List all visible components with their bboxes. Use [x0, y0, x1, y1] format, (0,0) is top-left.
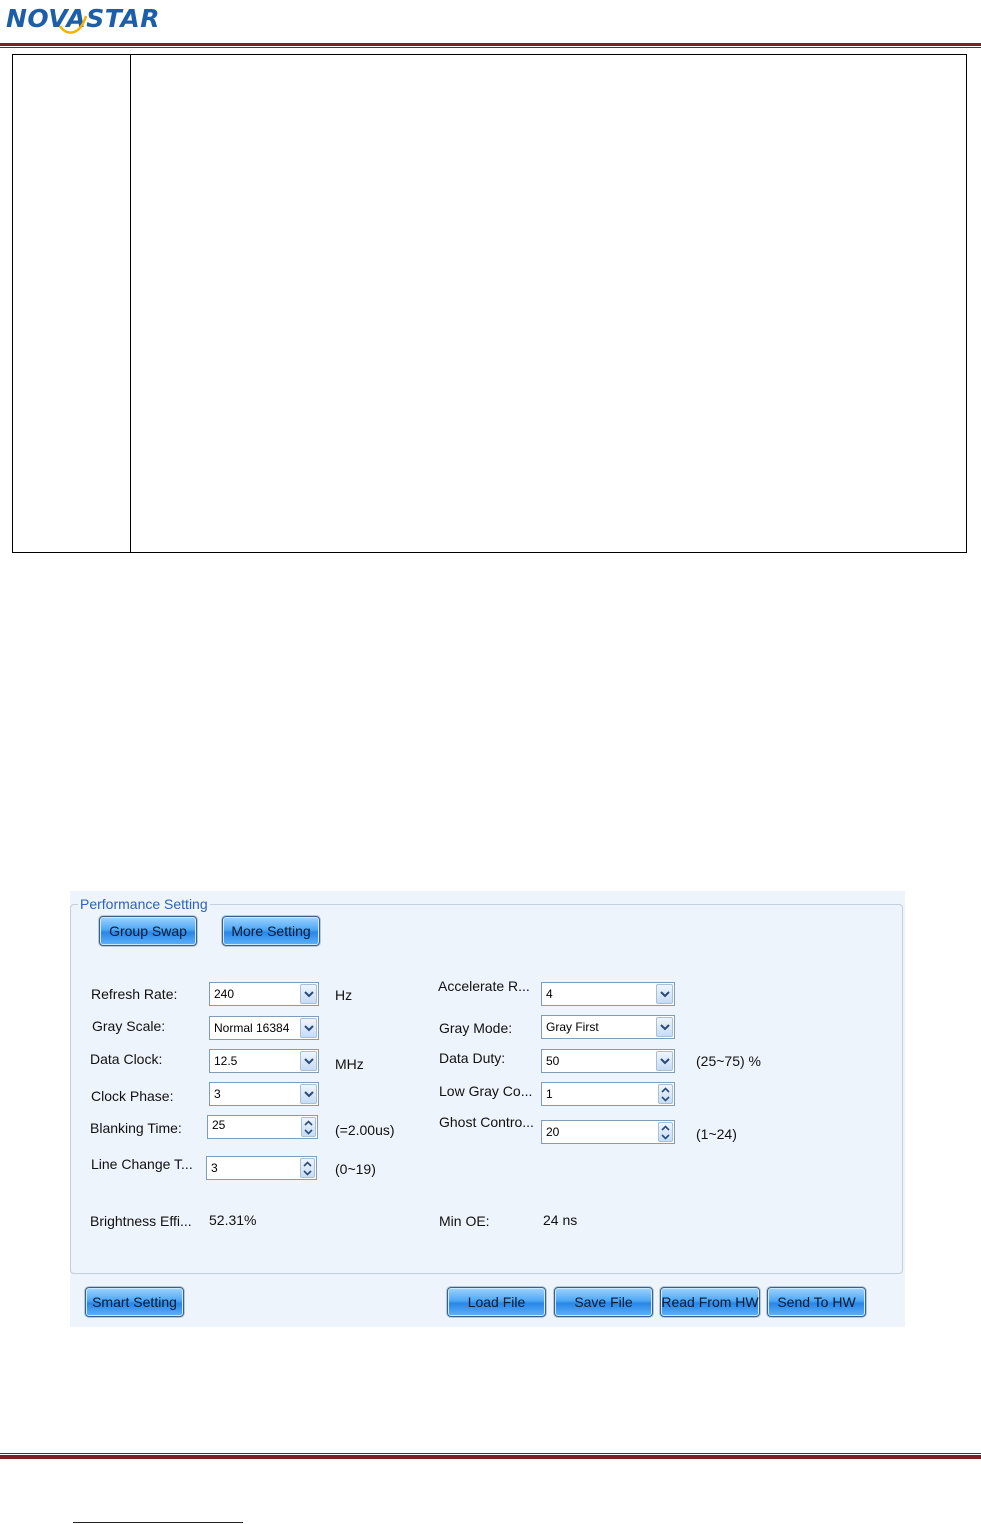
group-swap-button[interactable]: Group Swap	[99, 916, 197, 946]
low-gray-compensation-label: Low Gray Co...	[439, 1083, 533, 1099]
brightness-efficiency-value: 52.31%	[209, 1212, 257, 1228]
accelerate-rate-label: Accelerate R...	[438, 978, 530, 994]
document-table	[12, 54, 967, 553]
more-setting-button[interactable]: More Setting	[222, 916, 320, 946]
accelerate-rate-select[interactable]: 4	[541, 982, 675, 1006]
refresh-rate-unit: Hz	[335, 987, 353, 1003]
send-to-hw-button[interactable]: Send To HW	[767, 1287, 866, 1317]
chevron-down-icon[interactable]	[300, 984, 317, 1004]
ghost-control-label: Ghost Contro...	[439, 1114, 534, 1130]
chevron-down-icon[interactable]	[656, 1051, 673, 1071]
clock-phase-select[interactable]: 3	[209, 1082, 319, 1106]
data-duty-note: (25~75) %	[696, 1053, 761, 1069]
clock-phase-label: Clock Phase:	[91, 1088, 174, 1104]
data-clock-select[interactable]: 12.5	[209, 1049, 319, 1073]
chevron-down-icon[interactable]	[300, 1051, 317, 1071]
line-change-label: Line Change T...	[91, 1156, 193, 1172]
blanking-time-label: Blanking Time:	[90, 1120, 182, 1136]
gray-scale-select[interactable]: Normal 16384	[209, 1016, 319, 1040]
ghost-control-note: (1~24)	[696, 1126, 737, 1142]
gray-mode-select[interactable]: Gray First	[541, 1015, 675, 1039]
gray-scale-label: Gray Scale:	[92, 1018, 166, 1034]
min-oe-label: Min OE:	[439, 1213, 490, 1229]
data-duty-select[interactable]: 50	[541, 1049, 675, 1073]
spinner-arrows-icon[interactable]	[658, 1122, 673, 1142]
low-gray-compensation-spinner[interactable]: 1	[541, 1082, 675, 1106]
spinner-arrows-icon[interactable]	[658, 1084, 673, 1104]
load-file-button[interactable]: Load File	[447, 1287, 546, 1317]
table-column-divider	[130, 55, 131, 552]
data-clock-label: Data Clock:	[90, 1051, 163, 1067]
chevron-down-icon[interactable]	[656, 1017, 673, 1037]
min-oe-value: 24 ns	[543, 1212, 578, 1228]
chevron-down-icon[interactable]	[300, 1018, 317, 1038]
novastar-logo: NOVASTAR	[6, 2, 160, 36]
spinner-arrows-icon[interactable]	[301, 1117, 316, 1137]
blanking-time-spinner[interactable]: 25	[207, 1115, 318, 1139]
footer-rule	[0, 1455, 981, 1459]
logo-swoosh-icon	[58, 15, 88, 34]
line-change-note: (0~19)	[335, 1161, 376, 1177]
smart-setting-button[interactable]: Smart Setting	[85, 1287, 184, 1317]
read-from-hw-button[interactable]: Read From HW	[660, 1287, 760, 1317]
header-rule-thin	[0, 47, 981, 48]
save-file-button[interactable]: Save File	[554, 1287, 653, 1317]
chevron-down-icon[interactable]	[300, 1084, 317, 1104]
gray-mode-label: Gray Mode:	[439, 1020, 513, 1036]
header-rule	[0, 43, 981, 46]
chevron-down-icon[interactable]	[656, 984, 673, 1004]
blanking-time-note: (=2.00us)	[335, 1122, 395, 1138]
performance-setting-title: Performance Setting	[78, 895, 210, 913]
data-duty-label: Data Duty:	[439, 1050, 506, 1066]
brightness-efficiency-label: Brightness Effi...	[90, 1213, 192, 1229]
spinner-arrows-icon[interactable]	[300, 1158, 315, 1178]
refresh-rate-label: Refresh Rate:	[91, 986, 178, 1002]
footnote-separator	[73, 1522, 243, 1523]
ghost-control-spinner[interactable]: 20	[541, 1120, 675, 1144]
data-clock-unit: MHz	[335, 1056, 364, 1072]
performance-setting-panel: Performance Setting Group Swap More Sett…	[70, 891, 905, 1327]
refresh-rate-select[interactable]: 240	[209, 982, 319, 1006]
footer-rule-thin	[0, 1453, 981, 1454]
line-change-spinner[interactable]: 3	[206, 1156, 317, 1180]
